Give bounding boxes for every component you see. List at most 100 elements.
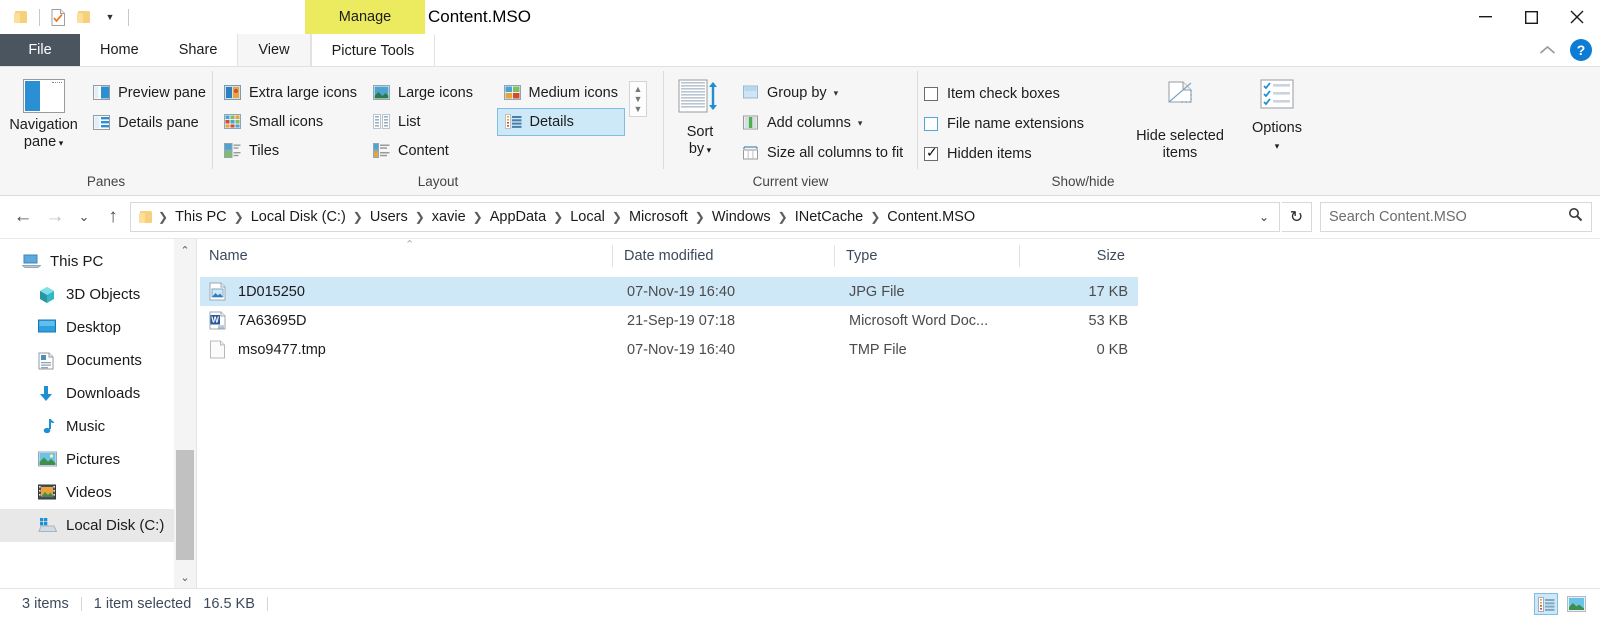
file-type-cell: Microsoft Word Doc... xyxy=(837,306,1022,335)
recent-locations-icon[interactable]: ⌄ xyxy=(72,202,96,232)
hidden-items-row[interactable]: Hidden items xyxy=(918,140,1126,167)
chevron-down-icon[interactable]: ▼ xyxy=(97,2,123,32)
breadcrumb-item-windows[interactable]: Windows xyxy=(706,209,777,225)
tab-share[interactable]: Share xyxy=(159,34,238,66)
sidebar-item-pictures[interactable]: Pictures xyxy=(0,443,196,476)
folder-icon[interactable] xyxy=(8,2,34,32)
new-folder-icon[interactable] xyxy=(71,2,97,32)
preview-pane-button[interactable]: Preview pane xyxy=(87,79,212,107)
sidebar-item-desktop[interactable]: Desktop xyxy=(0,311,196,344)
search-input[interactable]: Search Content.MSO xyxy=(1320,202,1592,232)
maximize-icon[interactable] xyxy=(1508,0,1554,34)
breadcrumb-item-this-pc[interactable]: This PC xyxy=(169,209,233,225)
hidden-items-checkbox[interactable] xyxy=(924,147,938,161)
layout-scroll-buttons[interactable]: ▲ ▼ ▼ xyxy=(629,81,647,117)
options-icon xyxy=(1260,79,1294,116)
scroll-down-icon[interactable]: ▼ xyxy=(634,94,643,104)
minimize-icon[interactable] xyxy=(1462,0,1508,34)
layout-content[interactable]: Content xyxy=(366,137,495,165)
layout-details[interactable]: Details xyxy=(497,108,626,136)
tab-file[interactable]: File xyxy=(0,34,80,66)
item-check-boxes-row[interactable]: Item check boxes xyxy=(918,80,1126,107)
size-all-columns-to-fit-button[interactable]: Size all columns to fit xyxy=(736,139,909,167)
contextual-tab-manage[interactable]: Manage xyxy=(305,0,425,34)
breadcrumb[interactable]: ❯ This PC ❯ Local Disk (C:) ❯ Users ❯ xa… xyxy=(130,202,1280,232)
details-view-button[interactable] xyxy=(1534,593,1558,615)
layout-tiles[interactable]: Tiles xyxy=(217,137,364,165)
group-by-button[interactable]: Group by ▾ xyxy=(736,79,909,107)
layout-large-icons[interactable]: Large icons xyxy=(366,79,495,107)
file-size-cell: 53 KB xyxy=(1022,306,1140,335)
close-icon[interactable] xyxy=(1554,0,1600,34)
sidebar-item-this-pc[interactable]: This PC xyxy=(0,245,196,278)
breadcrumb-item-local[interactable]: Local xyxy=(564,209,611,225)
table-row[interactable]: mso9477.tmp 07-Nov-19 16:40 TMP File 0 K… xyxy=(200,335,1138,364)
forward-arrow-icon[interactable]: → xyxy=(40,202,70,232)
breadcrumb-item-microsoft[interactable]: Microsoft xyxy=(623,209,694,225)
sidebar-item-downloads[interactable]: Downloads xyxy=(0,377,196,410)
scroll-more-icon[interactable]: ▼ xyxy=(634,104,643,114)
scroll-up-icon[interactable]: ▲ xyxy=(634,84,643,94)
chevron-down-icon[interactable]: ⌄ xyxy=(1253,210,1275,224)
scrollbar-track[interactable] xyxy=(174,261,196,566)
scrollbar-thumb[interactable] xyxy=(176,450,194,560)
breadcrumb-item-content-mso[interactable]: Content.MSO xyxy=(881,209,981,225)
refresh-icon[interactable]: ↻ xyxy=(1282,202,1312,232)
layout-small-icons[interactable]: Small icons xyxy=(217,108,364,136)
group-by-dropdown-arrow: ▾ xyxy=(834,88,839,99)
sidebar-item-3d-objects[interactable]: 3D Objects xyxy=(0,278,196,311)
tab-label: Share xyxy=(179,42,218,58)
sidebar-item-videos[interactable]: Videos xyxy=(0,476,196,509)
column-header-name[interactable]: Name xyxy=(197,239,612,273)
help-icon[interactable]: ? xyxy=(1570,39,1592,61)
address-bar: ← → ⌄ ↑ ❯ This PC ❯ Local Disk (C:) ❯ Us… xyxy=(0,196,1600,238)
view-toggle-buttons xyxy=(1534,589,1588,618)
sidebar-item-music[interactable]: Music xyxy=(0,410,196,443)
breadcrumb-item-local-disk[interactable]: Local Disk (C:) xyxy=(245,209,352,225)
file-name-extensions-row[interactable]: File name extensions xyxy=(918,110,1126,137)
table-row[interactable]: 1D015250 07-Nov-19 16:40 JPG File 17 KB xyxy=(200,277,1138,306)
layout-label: Medium icons xyxy=(529,85,618,101)
layout-extra-large-icons[interactable]: Extra large icons xyxy=(217,79,364,107)
layout-medium-icons[interactable]: Medium icons xyxy=(497,79,626,107)
breadcrumb-separator: ❯ xyxy=(414,210,426,224)
sidebar-item-local-disk-c[interactable]: Local Disk (C:) xyxy=(0,509,196,542)
breadcrumb-item-inetcache[interactable]: INetCache xyxy=(789,209,870,225)
column-header-size[interactable]: Size xyxy=(1019,239,1137,273)
column-header-date-modified[interactable]: Date modified xyxy=(612,239,834,273)
scroll-up-icon[interactable]: ⌃ xyxy=(174,239,196,261)
properties-icon[interactable] xyxy=(45,2,71,32)
layout-list[interactable]: List xyxy=(366,108,495,136)
back-arrow-icon[interactable]: ← xyxy=(8,202,38,232)
music-icon xyxy=(38,418,58,436)
hide-selected-items-button[interactable]: Hide selected items xyxy=(1126,75,1234,162)
sort-by-button[interactable]: Sort by ▾ xyxy=(664,75,736,159)
svg-text:W: W xyxy=(211,315,219,324)
item-check-boxes-checkbox[interactable] xyxy=(924,87,938,101)
sidebar-item-documents[interactable]: Documents xyxy=(0,344,196,377)
tab-picture-tools[interactable]: Picture Tools xyxy=(311,34,436,66)
sort-by-label-line2: by xyxy=(689,141,704,157)
table-row[interactable]: W 7A63695D 21-Sep-19 07:18 Microsoft Wor… xyxy=(200,306,1138,335)
breadcrumb-item-xavie[interactable]: xavie xyxy=(426,209,472,225)
chevron-up-icon[interactable] xyxy=(1534,37,1560,63)
file-rows: 1D015250 07-Nov-19 16:40 JPG File 17 KB … xyxy=(197,273,1600,588)
up-arrow-icon[interactable]: ↑ xyxy=(98,202,128,232)
column-header-type[interactable]: Type xyxy=(834,239,1019,273)
add-columns-button[interactable]: Add columns ▾ xyxy=(736,109,909,137)
details-pane-label: Details pane xyxy=(118,115,199,131)
large-icons-view-button[interactable] xyxy=(1564,593,1588,615)
scroll-down-icon[interactable]: ⌄ xyxy=(174,566,196,588)
breadcrumb-item-appdata[interactable]: AppData xyxy=(484,209,552,225)
details-view-icon xyxy=(505,114,523,130)
tab-view[interactable]: View xyxy=(237,34,310,66)
tab-home[interactable]: Home xyxy=(80,34,159,66)
options-button[interactable]: Options ▾ xyxy=(1234,75,1320,155)
breadcrumb-item-users[interactable]: Users xyxy=(364,209,414,225)
details-pane-button[interactable]: Details pane xyxy=(87,109,212,137)
add-columns-dropdown-arrow: ▾ xyxy=(858,118,863,129)
navigation-pane-button[interactable]: Navigation pane ▾ xyxy=(0,75,87,152)
search-icon[interactable] xyxy=(1568,207,1583,227)
file-name-extensions-checkbox[interactable] xyxy=(924,117,938,131)
navigation-pane-scrollbar[interactable]: ⌃ ⌄ xyxy=(174,239,196,588)
